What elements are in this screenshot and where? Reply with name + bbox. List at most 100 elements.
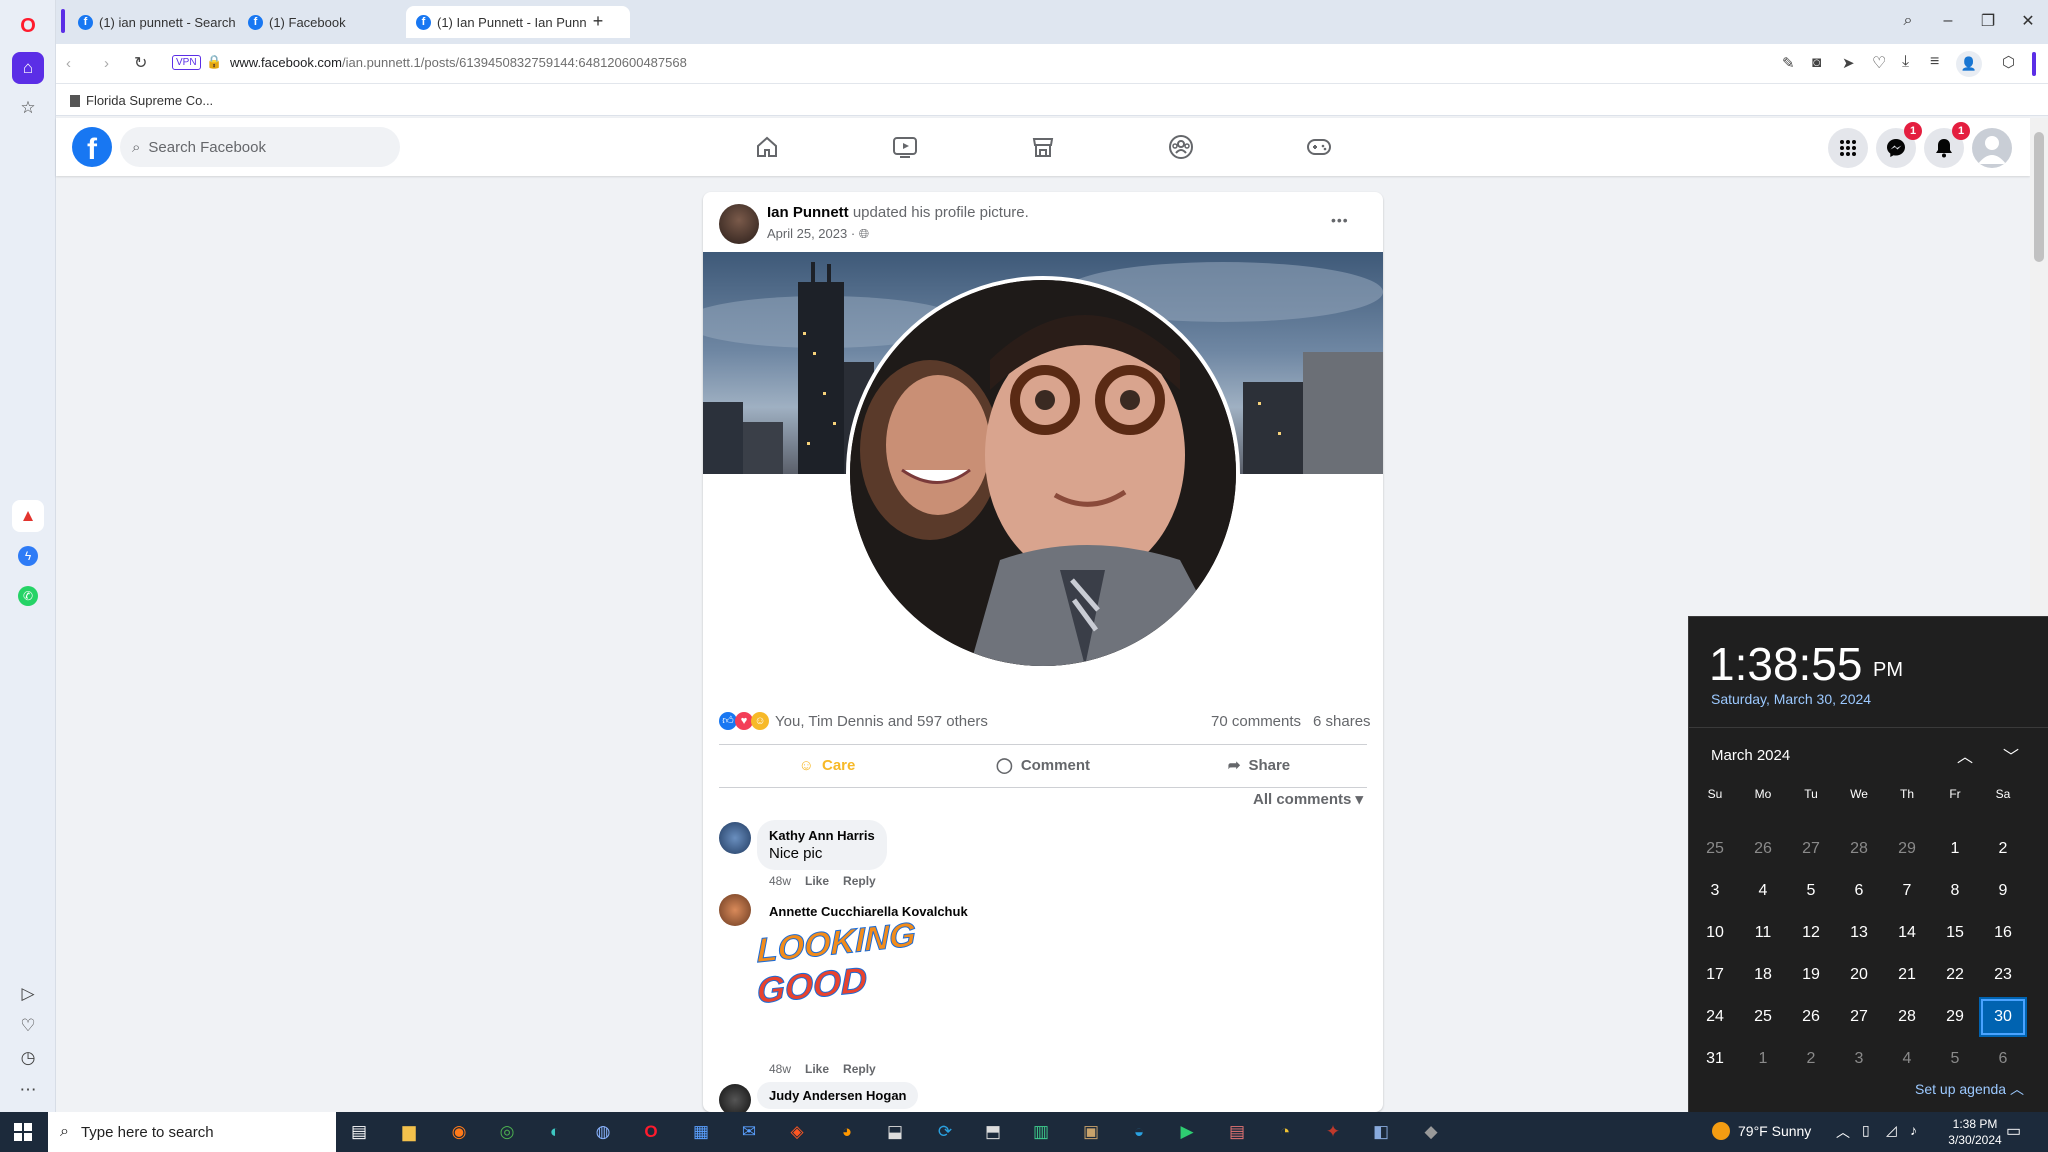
volume-icon[interactable]: ♪	[1910, 1122, 1917, 1138]
calendar-day[interactable]: 2	[1787, 1039, 1835, 1079]
extensions-icon[interactable]: ⬡	[2002, 53, 2015, 71]
cloud-app-icon[interactable]: ◒	[1124, 1118, 1154, 1146]
calendar-day-selected[interactable]: 30	[1979, 997, 2027, 1037]
device-icon[interactable]: ▯	[1862, 1122, 1870, 1139]
spreadsheet-icon[interactable]: ▥	[1026, 1118, 1056, 1146]
history-icon[interactable]: ◷	[12, 1042, 44, 1074]
utility-icon[interactable]: ◆	[1416, 1118, 1446, 1146]
document-app-icon[interactable]: ▤	[1222, 1118, 1252, 1146]
inbox-icon[interactable]: ⬓	[880, 1118, 910, 1146]
send-icon[interactable]: ➤	[1842, 54, 1855, 72]
commenter-avatar[interactable]	[719, 822, 751, 854]
profile-picture[interactable]	[846, 276, 1240, 670]
calendar-day[interactable]: 14	[1883, 913, 1931, 953]
calendar-day[interactable]: 20	[1835, 955, 1883, 995]
care-button[interactable]: ☺ Care	[719, 745, 935, 785]
forward-icon[interactable]: ›	[104, 55, 109, 72]
app-icon[interactable]: ◕	[832, 1118, 862, 1146]
menu-button[interactable]	[1828, 128, 1868, 168]
chrome-icon[interactable]: ◎	[492, 1118, 522, 1146]
restore-button[interactable]: ❐	[1968, 8, 2008, 34]
brave-icon[interactable]: ◈	[782, 1118, 812, 1146]
close-window-button[interactable]: ✕	[2008, 8, 2048, 34]
calendar-day[interactable]: 29	[1883, 829, 1931, 869]
calendar-day[interactable]: 3	[1835, 1039, 1883, 1079]
sync-icon[interactable]: ⟳	[930, 1118, 960, 1146]
nav-gaming[interactable]	[1302, 130, 1336, 164]
nav-marketplace[interactable]	[1026, 130, 1060, 164]
camera-icon[interactable]: ◙	[1812, 54, 1821, 71]
commenter-name[interactable]: Judy Andersen Hogan	[769, 1088, 906, 1103]
calendar-day[interactable]: 10	[1691, 913, 1739, 953]
calendar-day[interactable]: 6	[1979, 1039, 2027, 1079]
calendar-day[interactable]: 25	[1691, 829, 1739, 869]
tray-app-icon[interactable]: ⬒	[978, 1118, 1008, 1146]
calendar-day[interactable]: 31	[1691, 1039, 1739, 1079]
opera-logo-icon[interactable]: O	[12, 10, 44, 42]
more-icon[interactable]: ⋯	[12, 1074, 44, 1106]
notifications-center-icon[interactable]: ▭	[2006, 1121, 2021, 1141]
reply-link[interactable]: Reply	[843, 1062, 876, 1076]
task-view-icon[interactable]: ▤	[344, 1118, 374, 1146]
archive-icon[interactable]: ▣	[1076, 1118, 1106, 1146]
reload-icon[interactable]: ↻	[134, 53, 147, 73]
opera-taskbar-icon[interactable]: O	[636, 1118, 666, 1146]
back-icon[interactable]: ‹	[66, 55, 71, 72]
commenter-name[interactable]: Annette Cucchiarella Kovalchuk	[769, 904, 968, 919]
bookmark-heart-icon[interactable]: ♡	[1872, 53, 1886, 73]
comments-filter[interactable]: All comments ▾	[1253, 790, 1363, 808]
calendar-day[interactable]: 7	[1883, 871, 1931, 911]
calendar-day[interactable]: 18	[1739, 955, 1787, 995]
share-button[interactable]: ➦ Share	[1151, 745, 1367, 785]
media-app-icon[interactable]: ▶	[1172, 1118, 1202, 1146]
edge-icon[interactable]: ◐	[540, 1118, 570, 1146]
nav-video[interactable]	[888, 130, 922, 164]
mail-icon[interactable]: ✉	[734, 1118, 764, 1146]
calendar-day[interactable]: 21	[1883, 955, 1931, 995]
calendar-day[interactable]: 5	[1787, 871, 1835, 911]
bookmark-florida-supreme[interactable]: Florida Supreme Co...	[70, 93, 213, 108]
calendar-day[interactable]: 19	[1787, 955, 1835, 995]
calendar-day[interactable]: 25	[1739, 997, 1787, 1037]
scrollbar-thumb[interactable]	[2034, 132, 2044, 262]
next-month-icon[interactable]: ﹀	[2003, 743, 2019, 767]
pdf-icon[interactable]: ✦	[1318, 1118, 1348, 1146]
search-facebook-input[interactable]: ⌕ Search Facebook	[120, 127, 400, 167]
comments-count[interactable]: 70 comments	[1211, 713, 1301, 730]
url-field[interactable]: www.facebook.com/ian.punnett.1/posts/613…	[230, 55, 687, 70]
like-link[interactable]: Like	[805, 874, 829, 888]
calendar-day[interactable]: 1	[1739, 1039, 1787, 1079]
shares-count[interactable]: 6 shares	[1313, 713, 1371, 730]
home-icon[interactable]: ⌂	[12, 52, 44, 84]
comment-button[interactable]: ◯ Comment	[935, 745, 1151, 785]
calendar-day[interactable]: 16	[1979, 913, 2027, 953]
download-icon[interactable]: ⤓	[1902, 53, 1909, 71]
long-date-link[interactable]: Saturday, March 30, 2024	[1711, 691, 1871, 707]
post-more-button[interactable]: •••	[1331, 212, 1349, 228]
taskbar-clock[interactable]: 1:38 PM 3/30/2024	[1940, 1116, 2010, 1148]
vlc-icon[interactable]: ◔	[1270, 1118, 1300, 1146]
player-icon[interactable]: ▷	[12, 978, 44, 1010]
browser-app-icon[interactable]: ◍	[588, 1118, 618, 1146]
account-avatar[interactable]	[1972, 128, 2012, 168]
search-tabs-icon[interactable]: ⌕	[1888, 8, 1928, 34]
nav-groups[interactable]	[1164, 130, 1198, 164]
reaction-summary[interactable]: 👍︎ ♥ ☺ You, Tim Dennis and 597 others	[719, 712, 988, 730]
calendar-day[interactable]: 5	[1931, 1039, 1979, 1079]
calendar-day[interactable]: 12	[1787, 913, 1835, 953]
nav-home[interactable]	[750, 130, 784, 164]
calendar-day[interactable]: 2	[1979, 829, 2027, 869]
calendar-day[interactable]: 24	[1691, 997, 1739, 1037]
author-avatar[interactable]	[719, 204, 759, 244]
firefox-icon[interactable]: ◉	[444, 1118, 474, 1146]
calendar-month[interactable]: March 2024	[1711, 747, 1790, 764]
commenter-avatar[interactable]	[719, 894, 751, 926]
notes-icon[interactable]: ◧	[1366, 1118, 1396, 1146]
calendar-day[interactable]: 26	[1739, 829, 1787, 869]
lock-icon[interactable]: 🔒	[206, 54, 222, 70]
calendar-day[interactable]: 28	[1835, 829, 1883, 869]
new-tab-button[interactable]: +	[586, 10, 610, 34]
post-date[interactable]: April 25, 2023	[767, 226, 847, 241]
weather-widget[interactable]: 79°F Sunny	[1712, 1122, 1811, 1140]
calendar-day[interactable]: 26	[1787, 997, 1835, 1037]
